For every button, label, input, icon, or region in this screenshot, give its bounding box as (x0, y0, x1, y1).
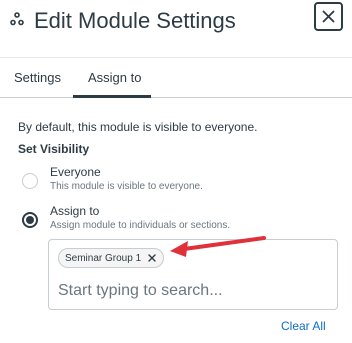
visibility-intro-text: By default, this module is visible to ev… (18, 120, 258, 134)
tab-assign-to[interactable]: Assign to (88, 70, 141, 86)
tab-settings[interactable]: Settings (14, 70, 61, 86)
dialog-header: Edit Module Settings (0, 0, 352, 58)
radio-option-everyone[interactable]: Everyone This module is visible to every… (0, 165, 352, 195)
radio-option-assign-to[interactable]: Assign to Assign module to individuals o… (0, 204, 352, 234)
assignee-search-input[interactable] (58, 278, 328, 304)
everyone-radio[interactable] (22, 173, 38, 189)
assign-to-radio[interactable] (22, 212, 38, 228)
set-visibility-label: Set Visibility (18, 142, 90, 156)
module-icon (10, 12, 24, 26)
tab-bar: Settings Assign to (0, 58, 352, 98)
assignee-chip: Seminar Group 1 (58, 248, 165, 268)
dialog-title: Edit Module Settings (34, 8, 236, 33)
everyone-description: This module is visible to everyone. (50, 181, 203, 192)
clear-all-link[interactable]: Clear All (281, 318, 326, 334)
everyone-label: Everyone (50, 165, 101, 179)
active-tab-indicator (73, 95, 151, 98)
assign-to-description: Assign module to individuals or sections… (50, 220, 231, 231)
assignee-picker[interactable]: Seminar Group 1 (48, 239, 338, 310)
assignee-chip-label: Seminar Group 1 (65, 252, 142, 264)
close-icon[interactable] (147, 253, 157, 263)
edit-module-settings-dialog: Edit Module Settings Settings Assign to … (0, 0, 352, 343)
close-icon (322, 10, 335, 23)
close-button[interactable] (314, 2, 343, 31)
assign-to-label: Assign to (50, 204, 100, 218)
